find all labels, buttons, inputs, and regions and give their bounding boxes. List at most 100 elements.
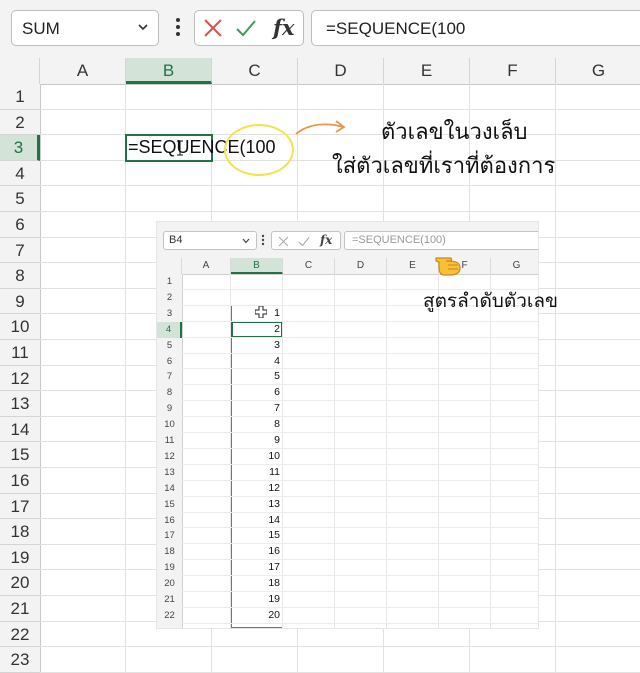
inset-cell-value: 20 [268,608,280,621]
row-header-8[interactable]: 8 [0,263,40,289]
insert-function-button: fx [320,233,333,247]
formula-input[interactable]: =SEQUENCE(100 [311,10,640,46]
inset-formula-actions: fx [271,231,341,250]
inset-cell-value: 9 [274,434,280,446]
check-icon[interactable] [235,18,257,38]
row-header-column: 1 2 3 4 5 6 7 8 9 10 11 12 13 14 15 16 17 18 19 20 21 22 23 [0,84,41,673]
row-header-1[interactable]: 1 [0,84,40,110]
inset-row-header-7: 7 [166,371,173,383]
formula-bar: SUM fx =SEQUENCE(100 [0,0,640,59]
cancel-icon [278,236,289,247]
inset-column-header-a: A [182,258,231,274]
inset-column-header-c: C [283,258,335,274]
row-header-2[interactable]: 2 [0,110,40,136]
row-header-10[interactable]: 10 [0,314,40,340]
select-all-corner[interactable] [0,58,40,84]
row-header-11[interactable]: 11 [0,340,40,366]
inset-row-header-20: 20 [164,578,175,590]
gridline-horizontal [40,211,640,212]
cancel-icon[interactable] [203,18,223,38]
inset-row-header-10: 10 [164,419,175,431]
inset-row-header-5: 5 [166,339,173,351]
column-header-d[interactable]: D [298,58,384,84]
column-header-f[interactable]: F [470,58,556,84]
inset-formula-input: =SEQUENCE(100) [344,231,538,250]
inset-column-header-b: B [231,258,283,274]
annotation-enter-number: ใส่ตัวเลขที่เราที่ต้องการ [332,153,556,178]
row-header-21[interactable]: 21 [0,596,40,622]
row-header-12[interactable]: 12 [0,366,40,392]
row-header-3[interactable]: 3 [0,135,40,161]
gridline-horizontal [40,646,640,648]
inset-cell-value: 3 [274,338,280,351]
name-box[interactable]: SUM [11,10,159,46]
inset-row-header-14: 14 [164,482,175,494]
inset-row-header-15: 15 [164,498,175,510]
annotation-number-in-brackets: ตัวเลขในวงเล็บ [381,119,528,144]
row-header-14[interactable]: 14 [0,417,40,443]
column-header-g[interactable]: G [556,58,640,84]
column-header-b[interactable]: B [126,58,212,84]
inset-row-header-13: 13 [164,466,175,478]
inset-cell-value: 5 [274,370,280,383]
text-cursor-icon [177,140,183,156]
inset-cell-value: 7 [274,402,280,415]
row-header-20[interactable]: 20 [0,570,40,596]
row-header-23[interactable]: 23 [0,647,40,673]
inset-row-header-12: 12 [164,450,175,462]
name-box-value: SUM [22,19,60,38]
more-vertical-icon[interactable] [175,16,181,38]
column-header-e[interactable]: E [384,58,470,84]
inset-column-header-row: ABCDEFG [157,258,538,275]
row-header-19[interactable]: 19 [0,545,40,571]
inset-row-header-8: 8 [166,387,173,399]
row-header-17[interactable]: 17 [0,494,40,520]
inset-cell-value: 12 [268,481,280,494]
inset-row-header-11: 11 [164,435,175,446]
inset-cell-value: 6 [274,386,280,399]
check-icon [298,237,310,247]
row-header-13[interactable]: 13 [0,391,40,417]
column-header-a[interactable]: A [40,58,126,84]
inset-row-header-1: 1 [166,276,173,287]
row-header-18[interactable]: 18 [0,519,40,545]
inset-formula-text: =SEQUENCE(100) [352,234,446,246]
inset-row-header-18: 18 [164,546,175,558]
inset-cell-value: 19 [268,593,280,605]
formula-actions: fx [194,10,304,46]
formula-text: =SEQUENCE(100 [326,19,466,38]
chevron-down-icon[interactable] [138,22,148,32]
more-vertical-icon [261,234,265,246]
inset-row-header-19: 19 [164,562,175,574]
inset-row-header-16: 16 [164,514,175,526]
gridline-vertical [125,84,126,673]
inset-cell-value: 10 [268,449,280,462]
row-header-22[interactable]: 22 [0,622,40,648]
inset-name-box: B4 [163,231,257,250]
insert-function-button[interactable]: fx [273,15,295,40]
inset-cell-value: 4 [274,354,280,367]
inset-cell-value: 18 [268,577,280,590]
annotation-sequence-formula: สูตรลำดับตัวเลข [423,291,558,312]
inset-name-box-value: B4 [169,234,183,246]
row-header-16[interactable]: 16 [0,468,40,494]
inset-row-header-column: 1 2 3 4 5 6 7 8 9 10 11 12 13 14 15 16 17 18 19 20 21 22 [157,274,183,628]
row-header-6[interactable]: 6 [0,212,40,238]
inset-formula-bar: B4 fx =SEQUENCE(100) [157,222,538,259]
row-header-9[interactable]: 9 [0,289,40,315]
inset-row-header-6: 6 [166,355,173,367]
highlight-circle [224,124,294,176]
inset-column-header-d: D [335,258,387,274]
inset-cell-value: 17 [268,561,280,574]
row-header-5[interactable]: 5 [0,186,40,212]
inset-column-header-g: G [491,258,538,274]
row-header-4[interactable]: 4 [0,161,40,187]
row-header-15[interactable]: 15 [0,442,40,468]
row-header-7[interactable]: 7 [0,238,40,264]
inset-row-header-2: 2 [166,291,173,303]
inset-cell-value: 1 [274,306,280,319]
inset-select-all-corner [157,258,182,274]
column-header-c[interactable]: C [212,58,298,84]
inset-cell-value: 8 [274,418,280,431]
inset-row-header-17: 17 [164,530,175,542]
